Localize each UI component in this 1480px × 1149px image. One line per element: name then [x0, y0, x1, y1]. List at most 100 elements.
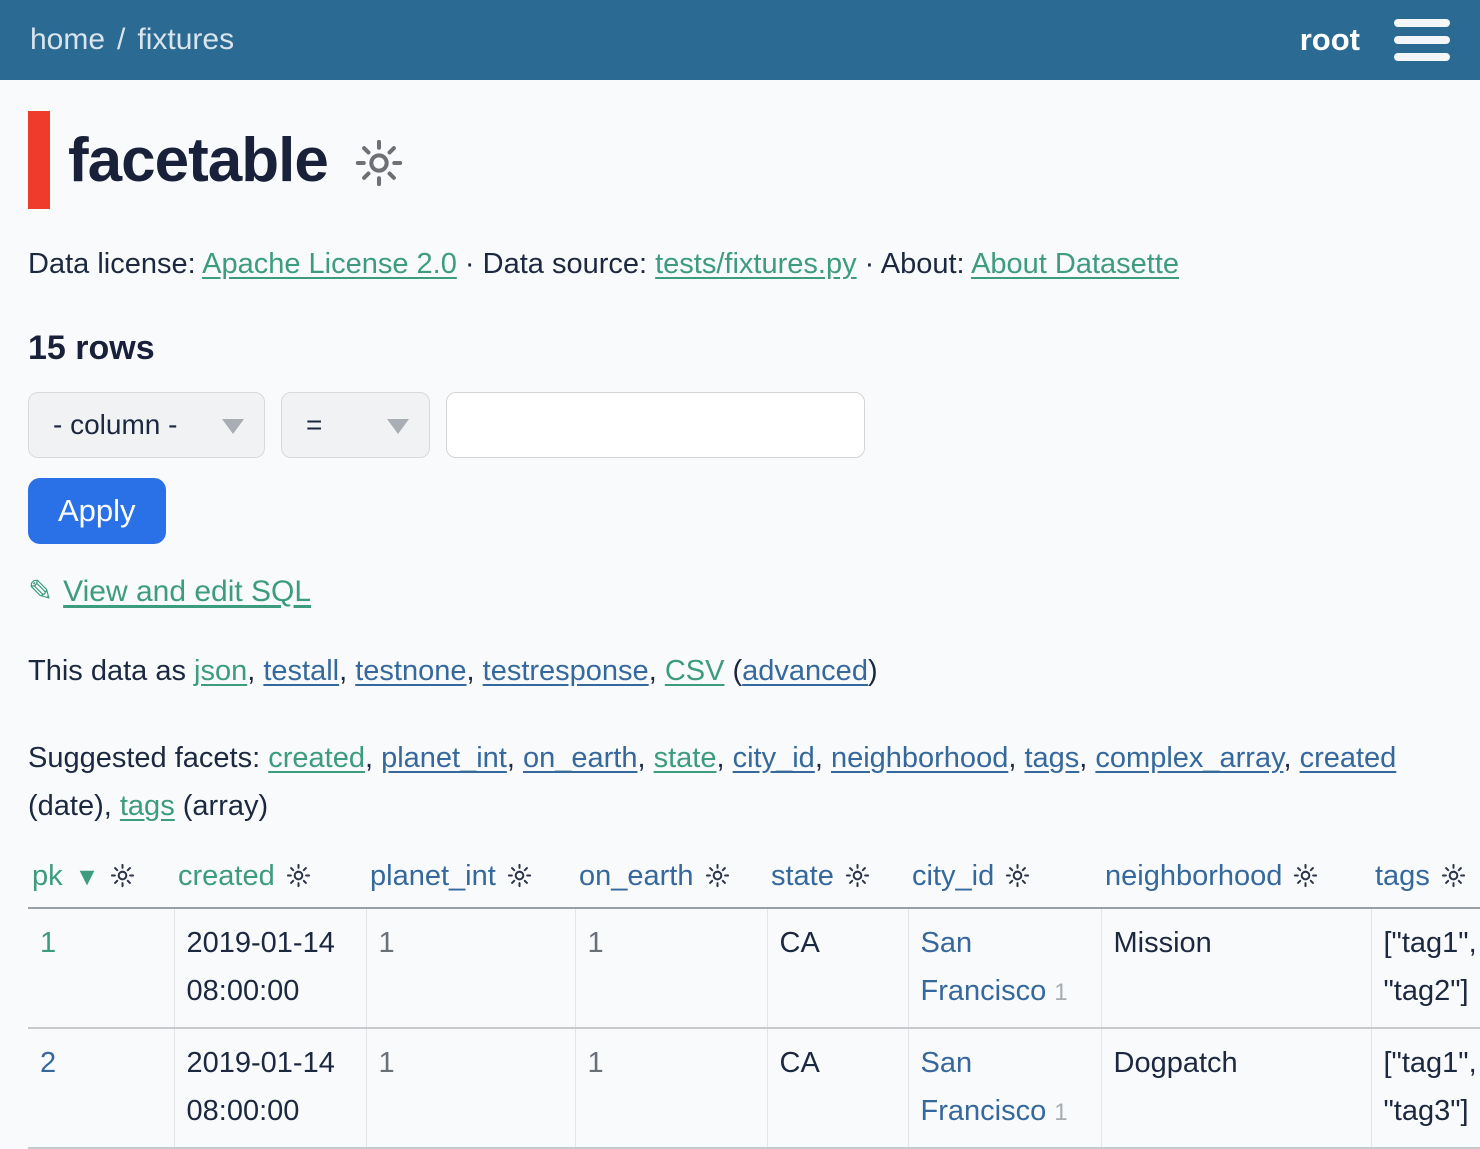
separator-text: , — [247, 655, 263, 687]
column-gear-icon[interactable] — [285, 862, 312, 889]
on-earth-cell: 1 — [575, 1028, 767, 1148]
separator-text: , — [507, 742, 523, 774]
table-settings-gear-icon[interactable] — [352, 136, 406, 190]
row-count: 15 rows — [28, 329, 1452, 368]
column-header-link[interactable]: created — [178, 860, 275, 892]
created-cell: 2019-01-14 08:00:00 — [174, 1028, 366, 1148]
about-label: About: — [881, 248, 971, 280]
export-link-testall[interactable]: testall — [263, 655, 339, 687]
breadcrumb-home[interactable]: home — [30, 23, 105, 57]
planet-int-cell: 1 — [366, 1028, 575, 1148]
export-link-testnone[interactable]: testnone — [355, 655, 466, 687]
export-link-csv[interactable]: CSV — [665, 655, 725, 687]
results-table: pk▼created planet_int on_earth state city_id… — [28, 856, 1480, 1149]
separator-text: (array) — [175, 790, 268, 822]
separator-text: ) — [868, 655, 878, 687]
apply-button[interactable]: Apply — [28, 478, 166, 544]
tags-cell: ["tag1", "tag2"] — [1371, 908, 1480, 1028]
user-label[interactable]: root — [1300, 22, 1360, 58]
pencil-icon: ✎ — [28, 575, 53, 608]
column-select[interactable]: - column - — [28, 392, 265, 458]
state-cell: CA — [767, 1028, 908, 1148]
column-header-link[interactable]: pk — [32, 860, 63, 892]
facet-link-planet-int[interactable]: planet_int — [381, 742, 507, 774]
column-header-on_earth: on_earth — [575, 856, 767, 908]
column-gear-icon[interactable] — [109, 862, 136, 889]
column-gear-icon[interactable] — [506, 862, 533, 889]
source-link[interactable]: tests/fixtures.py — [655, 248, 856, 280]
separator-text: (date), — [28, 790, 120, 822]
facets-prefix: Suggested facets: — [28, 742, 268, 774]
row-pk-link[interactable]: 2 — [40, 1047, 56, 1079]
export-link-testresponse[interactable]: testresponse — [483, 655, 649, 687]
pk-cell: 1 — [28, 908, 174, 1028]
separator-text: , — [1283, 742, 1299, 774]
column-gear-icon[interactable] — [1004, 862, 1031, 889]
separator-dot: · — [457, 248, 483, 280]
separator-text: , — [467, 655, 483, 687]
separator-text: , — [1008, 742, 1024, 774]
breadcrumb: home / fixtures — [30, 23, 234, 57]
column-header-planet_int: planet_int — [366, 856, 575, 908]
column-header-neighborhood: neighborhood — [1101, 856, 1371, 908]
hamburger-menu-icon[interactable] — [1394, 19, 1450, 61]
facet-link-complex-array[interactable]: complex_array — [1095, 742, 1283, 774]
separator-text: , — [637, 742, 653, 774]
operator-select-value: = — [306, 409, 322, 441]
facet-link-created[interactable]: created — [268, 742, 365, 774]
breadcrumb-table[interactable]: fixtures — [137, 23, 234, 57]
table-body: 12019-01-14 08:00:0011CASan Francisco1Mi… — [28, 908, 1480, 1148]
column-select-value: - column - — [53, 409, 177, 441]
planet-int-cell: 1 — [366, 908, 575, 1028]
suggested-facets-line: Suggested facets: created, planet_int, o… — [28, 734, 1452, 830]
city-raw-id: 1 — [1054, 979, 1067, 1006]
export-prefix: This data as — [28, 655, 194, 687]
column-header-link[interactable]: tags — [1375, 860, 1430, 892]
license-label: Data license: — [28, 248, 202, 280]
export-link-json[interactable]: json — [194, 655, 247, 687]
operator-select[interactable]: = — [281, 392, 430, 458]
facet-link-neighborhood[interactable]: neighborhood — [831, 742, 1008, 774]
row-pk-link[interactable]: 1 — [40, 927, 56, 959]
neighborhood-cell: Dogpatch — [1101, 1028, 1371, 1148]
column-gear-icon[interactable] — [704, 862, 731, 889]
created-cell: 2019-01-14 08:00:00 — [174, 908, 366, 1028]
column-header-state: state — [767, 856, 908, 908]
separator-text: ( — [724, 655, 742, 687]
facet-link-on-earth[interactable]: on_earth — [523, 742, 638, 774]
facet-link-created-date[interactable]: created — [1300, 742, 1397, 774]
column-header-link[interactable]: on_earth — [579, 860, 694, 892]
column-gear-icon[interactable] — [844, 862, 871, 889]
column-gear-icon[interactable] — [1440, 862, 1467, 889]
page-title: facetable — [68, 125, 328, 196]
separator-text: , — [716, 742, 732, 774]
source-label: Data source: — [483, 248, 655, 280]
facet-link-tags-array[interactable]: tags — [120, 790, 175, 822]
city-link[interactable]: San Francisco — [921, 1047, 1047, 1127]
license-link[interactable]: Apache License 2.0 — [202, 248, 457, 280]
column-header-link[interactable]: city_id — [912, 860, 994, 892]
separator-text: , — [365, 742, 381, 774]
about-link[interactable]: About Datasette — [971, 248, 1179, 280]
tags-cell: ["tag1", "tag3"] — [1371, 1028, 1480, 1148]
export-link-advanced[interactable]: advanced — [742, 655, 868, 687]
separator-text: , — [649, 655, 665, 687]
column-header-link[interactable]: neighborhood — [1105, 860, 1282, 892]
view-edit-sql-link[interactable]: View and edit SQL — [63, 575, 311, 608]
filter-value-input[interactable] — [446, 392, 865, 458]
export-links: json, testall, testnone, testresponse, C… — [194, 655, 878, 687]
column-header-link[interactable]: planet_int — [370, 860, 496, 892]
facet-link-city-id[interactable]: city_id — [733, 742, 815, 774]
sql-link-line: ✎ View and edit SQL — [28, 574, 1452, 609]
column-header-link[interactable]: state — [771, 860, 834, 892]
metadata-line: Data license: Apache License 2.0 · Data … — [28, 248, 1452, 281]
facet-link-state[interactable]: state — [654, 742, 717, 774]
separator-text: , — [339, 655, 355, 687]
column-gear-icon[interactable] — [1292, 862, 1319, 889]
breadcrumb-separator: / — [117, 23, 125, 57]
separator-dot: · — [857, 248, 881, 280]
facet-link-tags[interactable]: tags — [1024, 742, 1079, 774]
city-link[interactable]: San Francisco — [921, 927, 1047, 1007]
column-header-pk: pk▼ — [28, 856, 174, 908]
table-header-row: pk▼created planet_int on_earth state city_id… — [28, 856, 1480, 908]
